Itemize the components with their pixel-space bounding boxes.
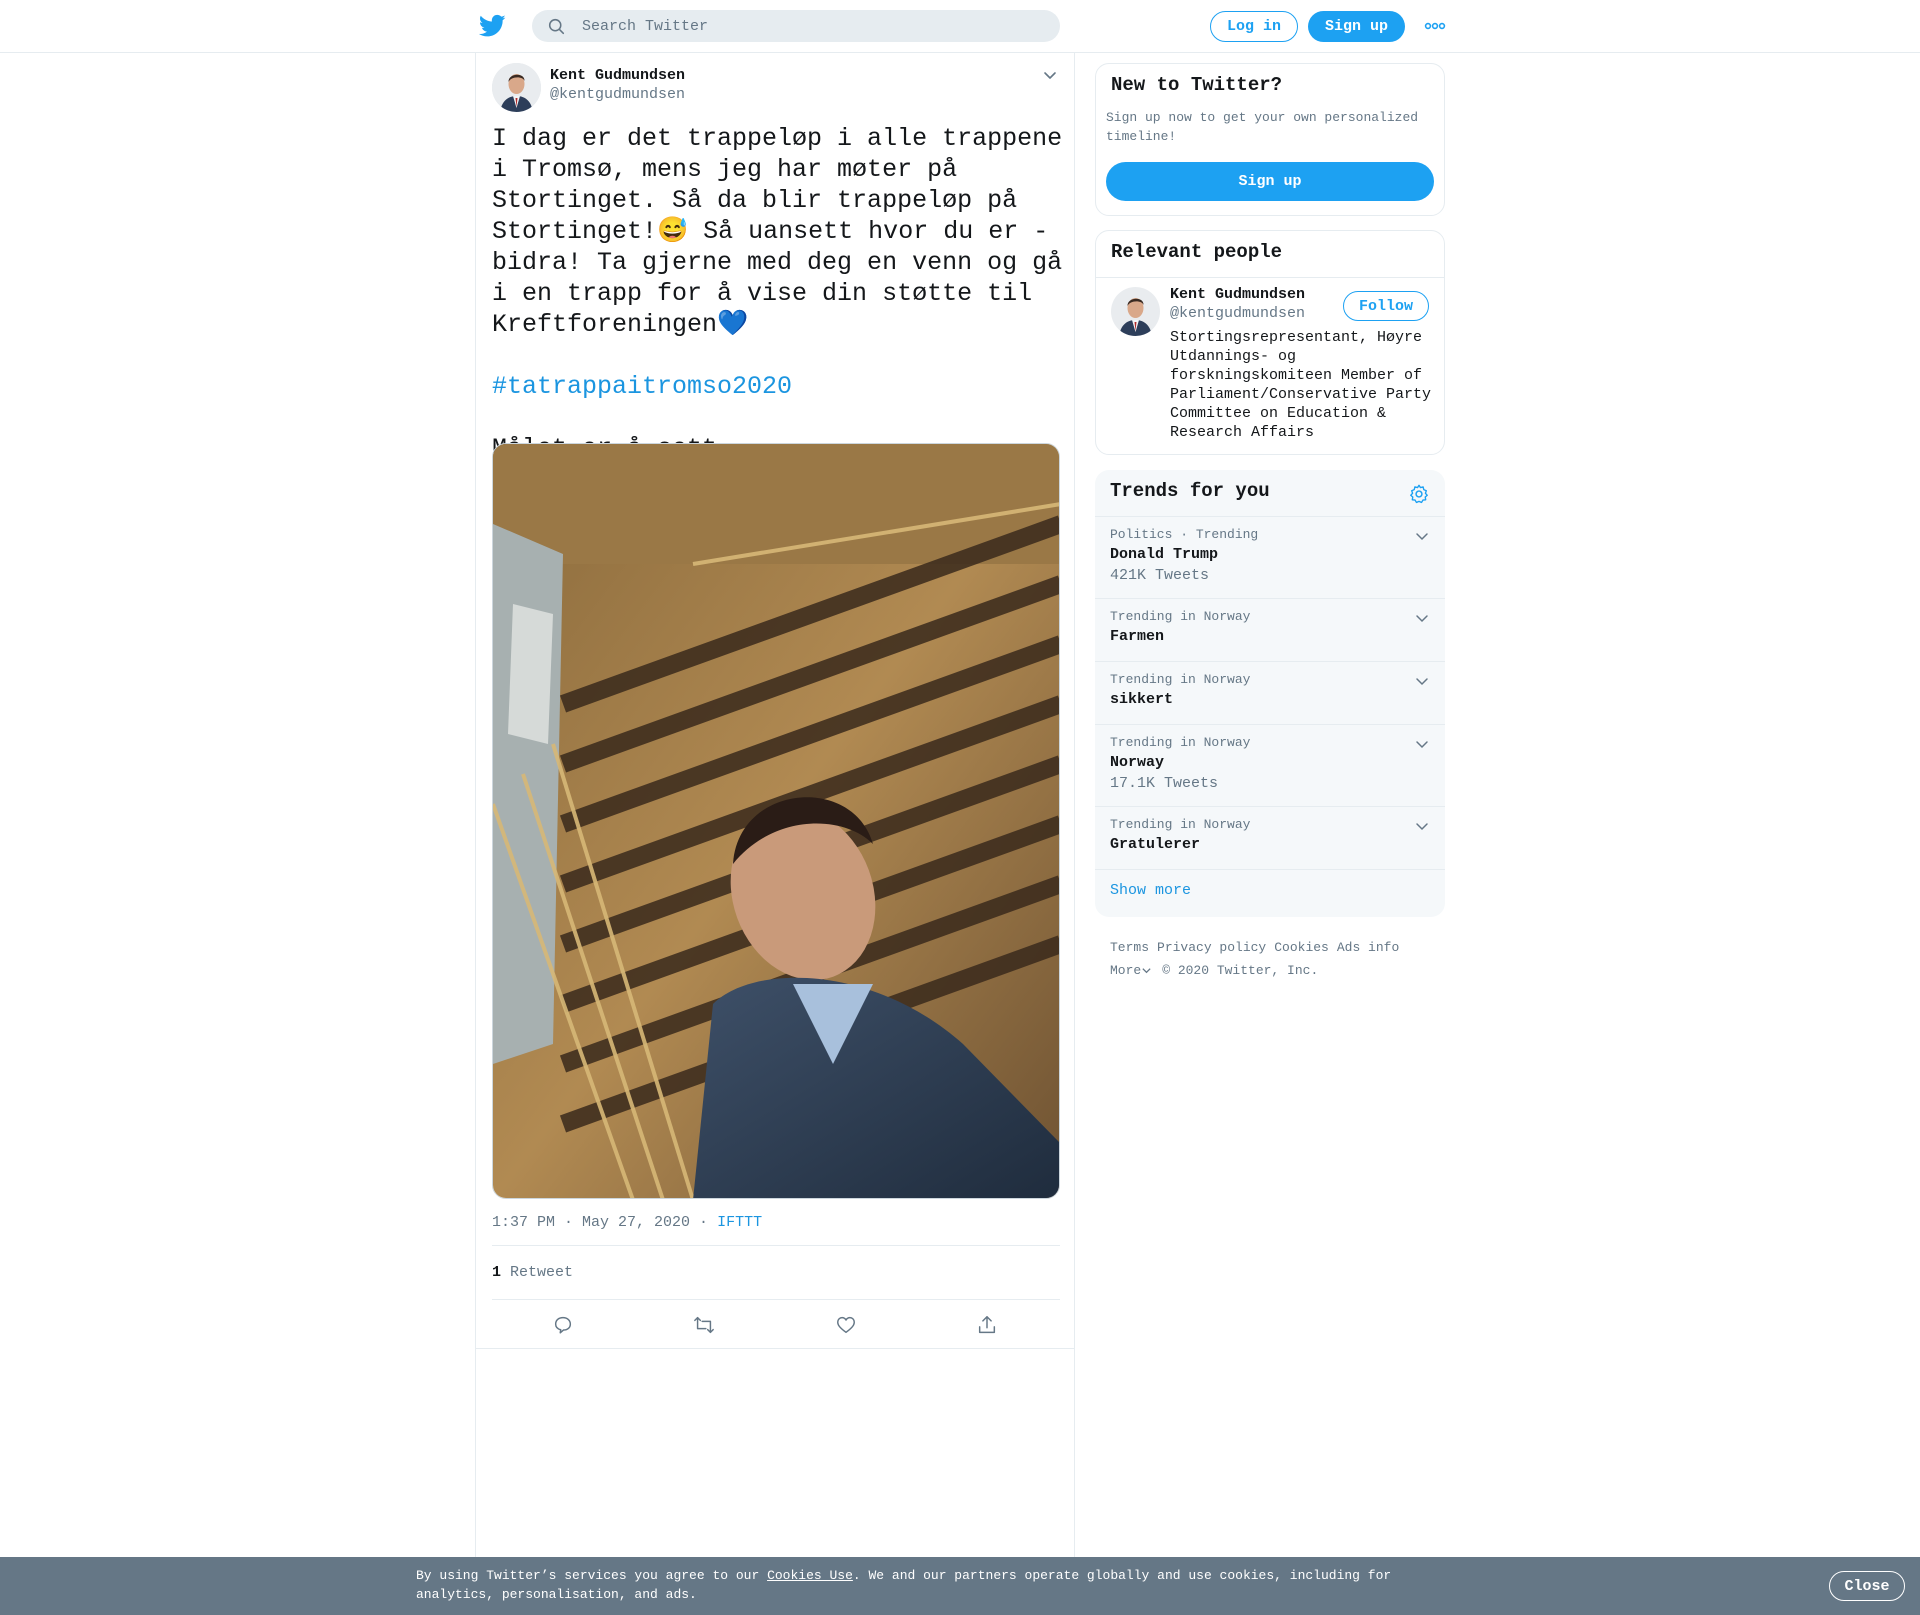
trend-context: Politics · Trending bbox=[1110, 527, 1259, 542]
card-title: New to Twitter? bbox=[1111, 74, 1283, 96]
trend-item[interactable]: Trending in Norway Gratulerer bbox=[1095, 806, 1445, 869]
footer-more-menu[interactable]: More bbox=[1110, 963, 1162, 978]
twitter-logo-icon[interactable] bbox=[479, 14, 506, 38]
tweet-timestamp[interactable]: 1:37 PM · May 27, 2020 bbox=[492, 1214, 690, 1231]
search-icon bbox=[548, 18, 565, 35]
login-button[interactable]: Log in bbox=[1210, 11, 1298, 42]
hashtag-link[interactable]: #tatrappaitromso2020 bbox=[492, 372, 792, 401]
retweet-icon[interactable] bbox=[693, 1314, 715, 1336]
author-handle[interactable]: @kentgudmundsen bbox=[550, 86, 685, 103]
show-more-link[interactable]: Show more bbox=[1110, 882, 1191, 899]
more-options-icon[interactable] bbox=[1424, 19, 1446, 33]
share-icon[interactable] bbox=[976, 1314, 998, 1336]
trend-context: Trending in Norway bbox=[1110, 672, 1251, 687]
chevron-down-icon bbox=[1142, 968, 1151, 974]
chevron-down-icon[interactable] bbox=[1415, 611, 1429, 625]
trend-name: sikkert bbox=[1110, 691, 1174, 708]
tweet-column: Kent Gudmundsen @kentgudmundsen I dag er… bbox=[475, 53, 1075, 1615]
footer-link-terms[interactable]: Terms bbox=[1110, 940, 1149, 955]
trend-name: Farmen bbox=[1110, 628, 1165, 645]
retweet-stats[interactable]: 1 Retweet bbox=[492, 1264, 573, 1281]
divider bbox=[476, 1348, 1074, 1349]
footer-links: Terms Privacy policy Cookies Ads info More ©… bbox=[1110, 936, 1440, 982]
divider bbox=[492, 1245, 1060, 1246]
trend-item[interactable]: Trending in Norway sikkert bbox=[1095, 661, 1445, 724]
trend-count: 421K Tweets bbox=[1110, 567, 1210, 584]
trend-item[interactable]: Trending in Norway Norway 17.1K Tweets bbox=[1095, 724, 1445, 806]
trends-card: Trends for you Politics · Trending Donal… bbox=[1095, 470, 1445, 917]
chevron-down-icon[interactable] bbox=[1042, 67, 1058, 83]
cookie-close-button[interactable]: Close bbox=[1829, 1571, 1905, 1601]
author-avatar[interactable] bbox=[492, 63, 541, 112]
footer-link-ads-info[interactable]: Ads info bbox=[1337, 940, 1399, 955]
signup-button-header[interactable]: Sign up bbox=[1308, 11, 1405, 42]
person-avatar[interactable] bbox=[1111, 287, 1160, 336]
follow-button[interactable]: Follow bbox=[1343, 291, 1429, 321]
meta-separator: · bbox=[690, 1214, 718, 1231]
divider bbox=[492, 1299, 1060, 1300]
tweet-source-link[interactable]: IFTTT bbox=[717, 1214, 762, 1231]
tweet-meta: 1:37 PM · May 27, 2020 · IFTTT bbox=[492, 1214, 762, 1231]
trend-name: Gratulerer bbox=[1110, 836, 1201, 853]
trend-context: Trending in Norway bbox=[1110, 609, 1251, 624]
author-name[interactable]: Kent Gudmundsen bbox=[550, 67, 685, 84]
chevron-down-icon[interactable] bbox=[1415, 674, 1429, 688]
tweet-text: I dag er det trappeløp i alle trappene i… bbox=[492, 123, 1064, 464]
cookie-banner: By using Twitter’s services you agree to… bbox=[0, 1557, 1920, 1615]
trend-name: Norway bbox=[1110, 754, 1165, 771]
retweet-count: 1 bbox=[492, 1264, 502, 1281]
copyright: © 2020 Twitter, Inc. bbox=[1162, 963, 1319, 978]
trend-count: 17.1K Tweets bbox=[1110, 775, 1219, 792]
footer-link-privacy[interactable]: Privacy policy bbox=[1157, 940, 1266, 955]
like-icon[interactable] bbox=[835, 1314, 857, 1336]
trend-item[interactable]: Trending in Norway Farmen bbox=[1095, 598, 1445, 661]
trend-item[interactable]: Politics · Trending Donald Trump 421K Tw… bbox=[1095, 516, 1445, 598]
divider bbox=[1096, 277, 1444, 278]
search-bar[interactable] bbox=[532, 10, 1060, 42]
person-name[interactable]: Kent Gudmundsen bbox=[1170, 286, 1305, 303]
cookie-text-before: By using Twitter’s services you agree to… bbox=[416, 1568, 768, 1583]
top-header: Log in Sign up bbox=[0, 0, 1920, 53]
cookies-use-link[interactable]: Cookies Use bbox=[767, 1568, 853, 1583]
chevron-down-icon[interactable] bbox=[1415, 529, 1429, 543]
trend-context: Trending in Norway bbox=[1110, 817, 1251, 832]
search-input[interactable] bbox=[582, 10, 1042, 42]
chevron-down-icon[interactable] bbox=[1415, 819, 1429, 833]
card-subtitle: Sign up now to get your own personalized… bbox=[1106, 110, 1419, 144]
gear-icon[interactable] bbox=[1408, 483, 1430, 505]
chevron-down-icon[interactable] bbox=[1415, 737, 1429, 751]
footer-more-label: More bbox=[1110, 963, 1142, 978]
relevant-people-card: Relevant people Kent Gudmundsen @kentgud… bbox=[1095, 230, 1445, 455]
reply-icon[interactable] bbox=[552, 1314, 574, 1336]
divider bbox=[1095, 869, 1445, 870]
cookie-text: By using Twitter’s services you agree to… bbox=[416, 1566, 1416, 1604]
trend-name: Donald Trump bbox=[1110, 546, 1219, 563]
retweet-label: Retweet bbox=[510, 1264, 574, 1281]
card-title: Relevant people bbox=[1111, 241, 1283, 263]
footer-link-cookies[interactable]: Cookies bbox=[1274, 940, 1329, 955]
signup-button-sidebar[interactable]: Sign up bbox=[1106, 162, 1434, 201]
trend-context: Trending in Norway bbox=[1110, 735, 1251, 750]
tweet-photo[interactable] bbox=[492, 443, 1060, 1199]
tweet-body: I dag er det trappeløp i alle trappene i… bbox=[492, 124, 1078, 339]
person-handle[interactable]: @kentgudmundsen bbox=[1170, 305, 1305, 322]
card-title: Trends for you bbox=[1110, 480, 1270, 502]
person-bio: Stortingsrepresentant, Høyre Utdannings-… bbox=[1170, 329, 1432, 441]
new-to-twitter-card: New to Twitter? Sign up now to get your … bbox=[1095, 63, 1445, 216]
